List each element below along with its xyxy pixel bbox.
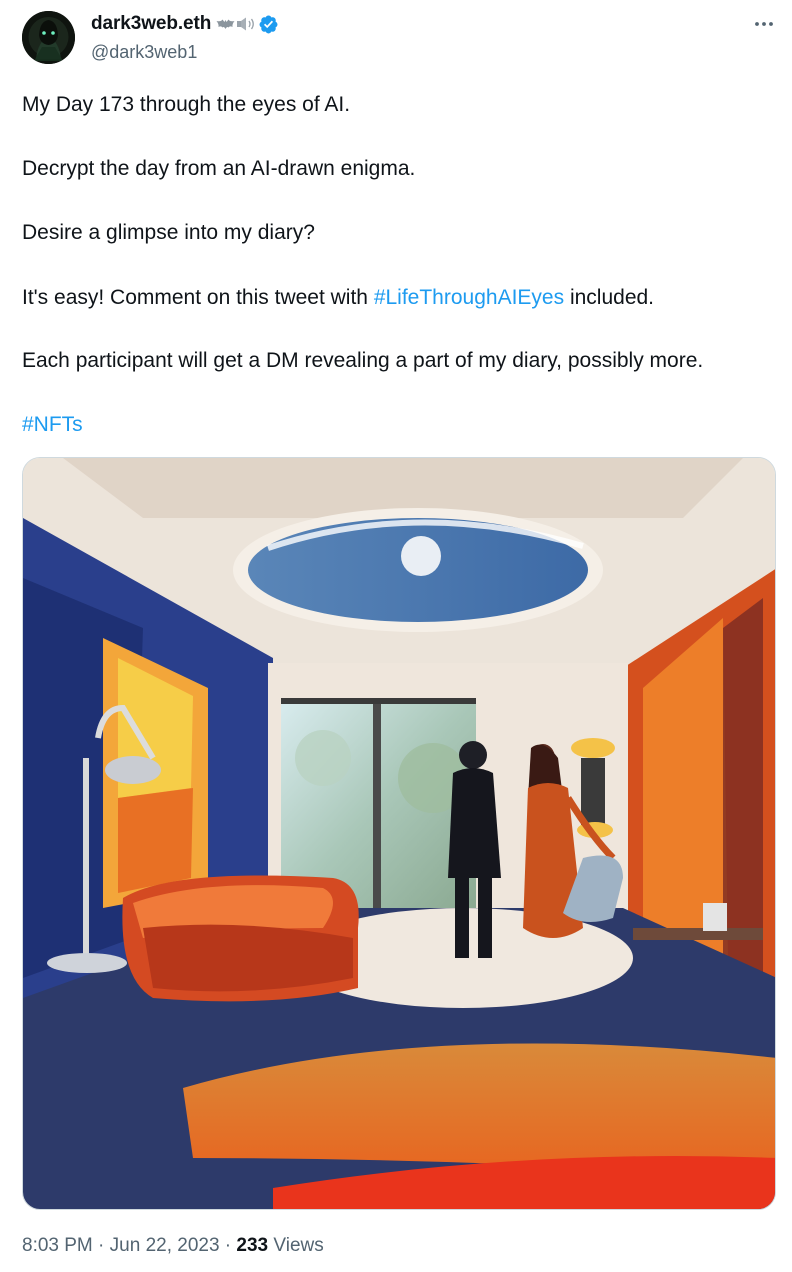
- tweet-line-3: Desire a glimpse into my diary?: [22, 221, 315, 244]
- handle[interactable]: @dark3web1: [91, 42, 279, 63]
- tweet-line-2: Decrypt the day from an AI-drawn enigma.: [22, 157, 416, 180]
- verified-badge-icon: [258, 14, 279, 35]
- tweet-line-4: It's easy! Comment on this tweet with #L…: [22, 285, 654, 310]
- meta-separator: ·: [219, 1235, 237, 1256]
- tweet-line-4-end: included.: [564, 286, 655, 309]
- speaker-icon: [236, 16, 255, 32]
- views-label: Views: [273, 1235, 324, 1256]
- hashtag-link-lifethroughaieyes[interactable]: #LifeThroughAIEyes: [374, 286, 564, 309]
- tweet-line-6: #NFTs: [22, 412, 83, 437]
- tweet-time[interactable]: 8:03 PM: [22, 1235, 93, 1256]
- more-horizontal-icon[interactable]: [748, 8, 780, 40]
- views-count: 233: [236, 1235, 269, 1256]
- hashtag-link-nfts[interactable]: #NFTs: [22, 413, 83, 436]
- tweet-line-4-start: It's easy! Comment on this tweet with: [22, 286, 374, 309]
- name-row: dark3web.eth: [91, 12, 279, 36]
- bat-icon: [216, 16, 235, 32]
- avatar[interactable]: [22, 11, 75, 64]
- name-emojis: [216, 16, 255, 32]
- tweet-line-5: Each participant will get a DM revealing…: [22, 349, 704, 372]
- display-name[interactable]: dark3web.eth: [91, 13, 211, 35]
- meta-separator: ·: [92, 1235, 110, 1256]
- tweet-meta: 8:03 PM · Jun 22, 2023 · 233 Views: [22, 1235, 324, 1257]
- user-info: dark3web.eth @dark3web1: [91, 12, 279, 63]
- tweet-date[interactable]: Jun 22, 2023: [110, 1235, 220, 1256]
- tweet-header: dark3web.eth @dark3web1: [0, 0, 792, 80]
- tweet-media-image[interactable]: [22, 457, 776, 1210]
- tweet-line-1: My Day 173 through the eyes of AI.: [22, 93, 351, 116]
